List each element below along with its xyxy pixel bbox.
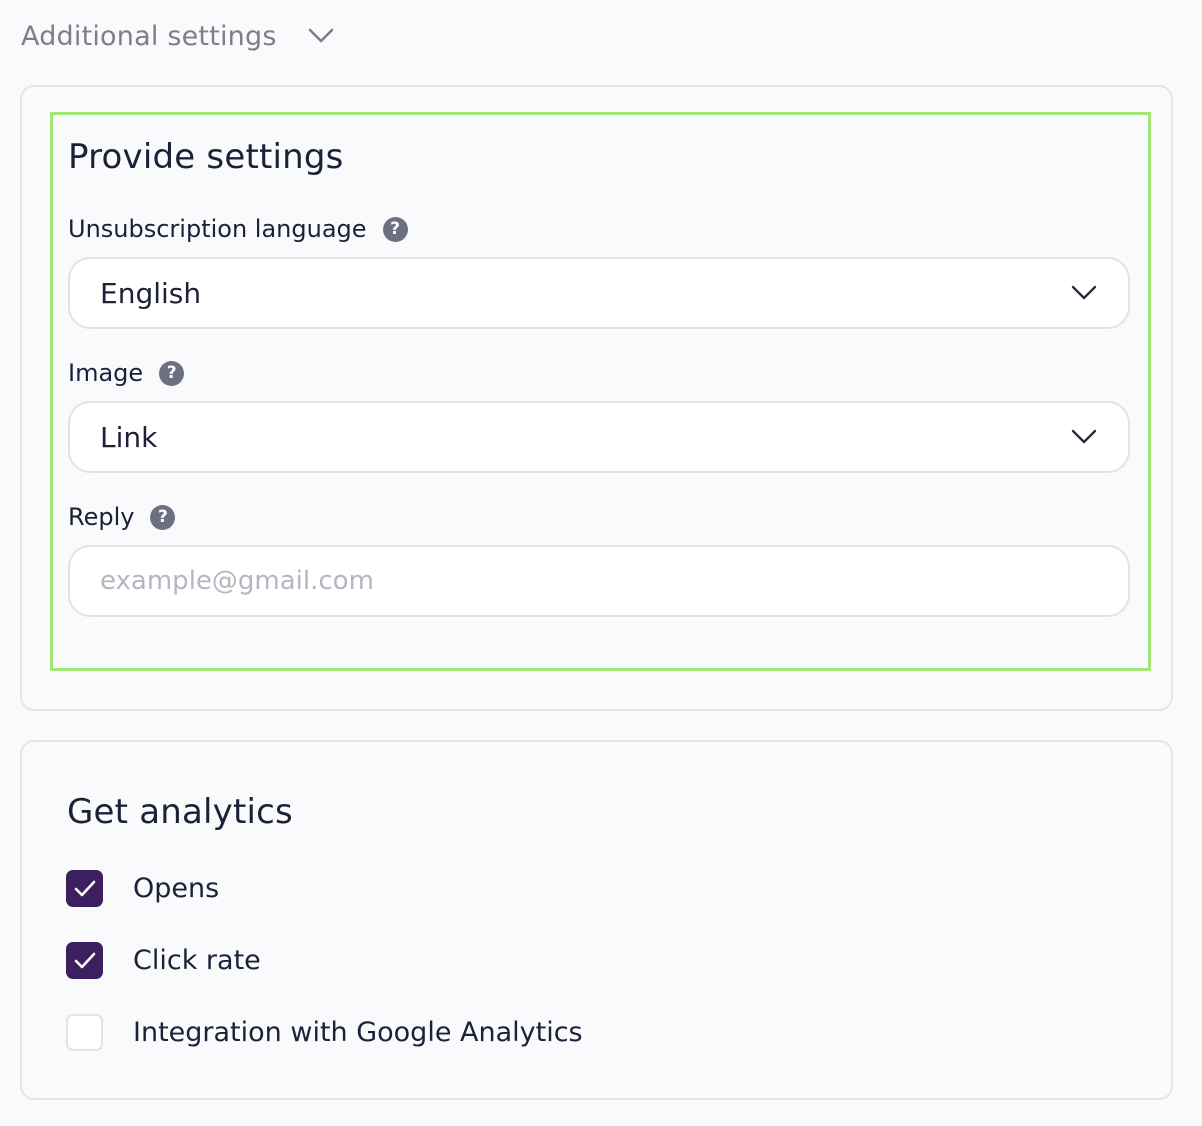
google-analytics-option[interactable]: Integration with Google Analytics xyxy=(66,1014,583,1051)
unsubscription-language-label-row: Unsubscription language ? xyxy=(68,215,408,243)
unsubscription-language-select[interactable]: English xyxy=(68,257,1130,329)
image-select[interactable]: Link xyxy=(68,401,1130,473)
question-icon[interactable]: ? xyxy=(150,504,176,530)
click-rate-label: Click rate xyxy=(133,945,261,976)
additional-settings-title: Additional settings xyxy=(21,20,277,52)
check-icon xyxy=(74,880,95,896)
provide-settings-panel: Provide settings Unsubscription language… xyxy=(20,85,1173,711)
opens-checkbox[interactable] xyxy=(66,870,103,907)
opens-label: Opens xyxy=(133,873,220,904)
provide-settings-highlight: Provide settings Unsubscription language… xyxy=(50,112,1151,671)
unsubscription-language-value: English xyxy=(100,276,202,310)
question-icon[interactable]: ? xyxy=(382,216,408,242)
reply-label-row: Reply ? xyxy=(68,503,176,531)
reply-label: Reply xyxy=(68,503,135,531)
image-label-row: Image ? xyxy=(68,359,185,387)
question-icon[interactable]: ? xyxy=(159,360,185,386)
google-analytics-checkbox[interactable] xyxy=(66,1014,103,1051)
analytics-title: Get analytics xyxy=(67,792,293,832)
chevron-down-icon xyxy=(1070,279,1098,307)
reply-email-field-wrapper xyxy=(68,545,1130,617)
provide-settings-title: Provide settings xyxy=(68,137,344,177)
chevron-down-icon xyxy=(1070,423,1098,451)
reply-email-input[interactable] xyxy=(100,547,1128,615)
chevron-down-icon[interactable] xyxy=(307,22,335,50)
analytics-panel: Get analytics Opens Click rate Integrati… xyxy=(20,740,1173,1100)
additional-settings-toggle[interactable]: Additional settings xyxy=(21,18,335,54)
google-analytics-label: Integration with Google Analytics xyxy=(133,1017,583,1048)
click-rate-option[interactable]: Click rate xyxy=(66,942,261,979)
opens-option[interactable]: Opens xyxy=(66,870,219,907)
image-label: Image xyxy=(68,359,144,387)
click-rate-checkbox[interactable] xyxy=(66,942,103,979)
unsubscription-language-label: Unsubscription language xyxy=(68,215,367,243)
image-value: Link xyxy=(100,420,158,454)
check-icon xyxy=(74,952,95,968)
